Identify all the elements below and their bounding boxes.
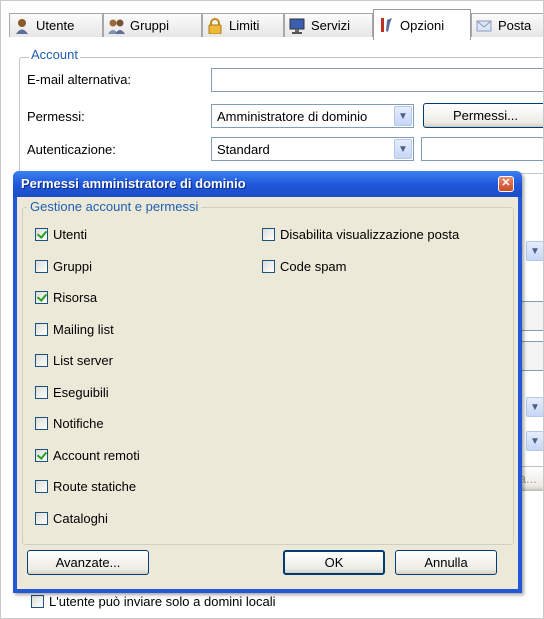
tab-label: Posta	[498, 18, 532, 33]
dialog-body: Gestione account e permessi Utenti Gruppi…	[17, 197, 518, 589]
checkbox-box	[35, 417, 48, 430]
permission-label: Cataloghi	[53, 510, 108, 526]
permission-label: Code spam	[280, 258, 347, 274]
permessi-value: Amministratore di dominio	[217, 109, 368, 124]
permission-checkbox[interactable]: List server	[35, 353, 113, 368]
tab-label: Servizi	[311, 18, 351, 33]
tab-limiti[interactable]: Limiti	[202, 13, 284, 37]
auth-extra-field[interactable]	[421, 137, 543, 161]
permission-label: Utenti	[53, 227, 87, 242]
permission-checkbox[interactable]: Route statiche	[35, 479, 136, 494]
account-legend: Account	[29, 47, 80, 62]
chevron-down-icon[interactable]: ▼	[526, 397, 543, 417]
permission-label: Disabilita visualizzazione posta	[280, 227, 460, 242]
tab-gruppi[interactable]: Gruppi	[103, 13, 202, 37]
checkbox-box	[262, 259, 275, 273]
checkbox-box	[35, 354, 48, 367]
group-icon	[108, 18, 125, 34]
tab-utente[interactable]: Utente	[9, 13, 103, 37]
cancel-button[interactable]: Annulla	[395, 550, 497, 575]
chevron-down-icon[interactable]: ▼	[526, 241, 543, 261]
permission-checkbox[interactable]: Disabilita visualizzazione posta	[262, 227, 459, 242]
tab-bar: Utente Gruppi Limiti Servizi Opzioni Pos	[9, 9, 543, 40]
checkbox-box	[35, 480, 48, 493]
permission-checkbox[interactable]: Code spam	[262, 259, 346, 274]
checkbox-box	[35, 291, 48, 304]
advanced-button[interactable]: Avanzate...	[27, 550, 149, 575]
tools-icon	[378, 17, 394, 33]
permission-checkbox[interactable]: Notifiche	[35, 416, 104, 431]
permission-label: Risorsa	[53, 290, 98, 305]
tab-posta[interactable]: Posta	[471, 13, 543, 37]
permission-checkbox[interactable]: Account remoti	[35, 448, 140, 463]
tab-opzioni[interactable]: Opzioni	[373, 9, 471, 40]
permission-checkbox[interactable]: Risorsa	[35, 290, 97, 305]
permission-label: List server	[53, 353, 113, 368]
auth-label: Autenticazione:	[27, 142, 116, 157]
permissions-dialog: Permessi amministratore di dominio ✕ Ges…	[13, 171, 522, 593]
local-domains-label: L'utente può inviare solo a domini local…	[49, 594, 276, 609]
tab-label: Utente	[36, 18, 75, 33]
permission-checkbox[interactable]: Cataloghi	[35, 511, 108, 526]
chevron-down-icon[interactable]: ▼	[394, 106, 412, 126]
ok-button[interactable]: OK	[283, 550, 385, 575]
chevron-down-icon[interactable]: ▼	[526, 431, 543, 451]
permission-label: Notifiche	[53, 416, 104, 431]
checkbox-box	[35, 259, 48, 273]
group-legend: Gestione account e permessi	[27, 199, 202, 214]
checkbox-box	[35, 385, 48, 399]
local-domains-checkbox[interactable]: L'utente può inviare solo a domini local…	[31, 594, 276, 609]
chevron-down-icon[interactable]: ▼	[394, 139, 412, 159]
dialog-title: Permessi amministratore di dominio	[21, 176, 246, 191]
checkbox-box	[35, 511, 48, 525]
permission-checkbox[interactable]: Mailing list	[35, 322, 114, 337]
permission-checkbox[interactable]: Utenti	[35, 227, 87, 242]
tab-label: Opzioni	[400, 17, 445, 33]
permessi-button[interactable]: Permessi...	[423, 103, 543, 128]
close-icon[interactable]: ✕	[498, 176, 514, 192]
email-label: E-mail alternativa:	[27, 72, 132, 87]
permission-label: Mailing list	[53, 321, 114, 337]
checkbox-box	[35, 322, 48, 336]
email-field[interactable]	[211, 68, 543, 92]
permessi-label: Permessi:	[27, 109, 85, 124]
permessi-select[interactable]: Amministratore di dominio ▼	[211, 104, 414, 128]
user-icon	[14, 18, 30, 34]
checkbox-box	[262, 228, 275, 241]
auth-select[interactable]: Standard ▼	[211, 137, 414, 161]
advanced-button-label: Avanzate...	[55, 555, 121, 570]
user-properties-window: Utente Gruppi Limiti Servizi Opzioni Pos	[0, 0, 544, 619]
permission-label: Gruppi	[53, 258, 93, 274]
dialog-title-bar[interactable]: Permessi amministratore di dominio ✕	[13, 171, 522, 197]
permessi-button-label: Permessi...	[452, 108, 518, 123]
cancel-button-label: Annulla	[424, 555, 468, 570]
mail-icon	[476, 18, 492, 34]
monitor-icon	[289, 18, 305, 34]
checkbox-box	[31, 595, 44, 608]
auth-value: Standard	[217, 142, 270, 157]
permission-label: Route statiche	[53, 479, 137, 494]
tab-servizi[interactable]: Servizi	[284, 13, 373, 37]
checkbox-box	[35, 448, 48, 462]
checkbox-box	[35, 228, 48, 241]
permission-label: Account remoti	[53, 447, 140, 463]
permission-checkbox[interactable]: Gruppi	[35, 259, 92, 274]
permission-label: Eseguibili	[53, 384, 109, 400]
lock-icon	[207, 17, 223, 34]
ok-button-label: OK	[324, 555, 344, 570]
permission-checkbox[interactable]: Eseguibili	[35, 385, 109, 400]
tab-label: Limiti	[229, 18, 260, 33]
tab-label: Gruppi	[130, 18, 170, 33]
